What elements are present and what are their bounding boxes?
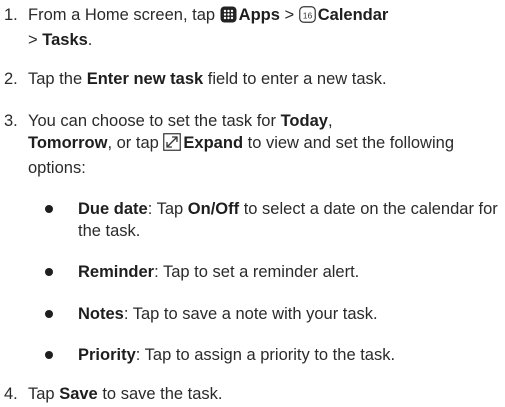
step-text: You can choose to set the task for Today… xyxy=(28,110,483,179)
option-text: Priority: Tap to assign a priority to th… xyxy=(78,344,503,366)
step-number: 1. xyxy=(4,6,18,24)
step-text-part: field to enter a new task. xyxy=(207,70,387,88)
instructions-page: 1. From a Home screen, tap Apps > 16 Cal… xyxy=(0,0,505,407)
step-text-part: Tap the xyxy=(28,70,83,88)
calendar-icon: 16 xyxy=(298,6,316,29)
option-text-part: Tap xyxy=(156,200,184,218)
expand-icon xyxy=(163,133,182,157)
tasks-label: Tasks xyxy=(42,31,88,49)
punctuation: : xyxy=(154,263,159,281)
option-text-part: Tap to save a note with your task. xyxy=(132,305,378,323)
step-text-part: You can choose to set the task for xyxy=(28,112,276,130)
punctuation: . xyxy=(87,31,93,49)
step-text-part: Tap xyxy=(28,385,55,403)
option-term: Notes xyxy=(78,305,124,323)
expand-label: Expand xyxy=(183,134,244,152)
save-label: Save xyxy=(59,385,98,403)
punctuation: : xyxy=(123,305,129,323)
tomorrow-label: Tomorrow xyxy=(28,134,108,152)
apps-label: Apps xyxy=(238,6,280,24)
step-text: From a Home screen, tap Apps > 16 Calend… xyxy=(28,4,503,51)
bullet-dot xyxy=(45,310,53,318)
option-term: Due date xyxy=(78,200,148,218)
step-number: 4. xyxy=(4,385,18,403)
bullet-dot xyxy=(45,205,53,213)
option-text: Notes: Tap to save a note with your task… xyxy=(78,303,503,325)
step-number: 2. xyxy=(4,70,18,88)
punctuation: : xyxy=(135,346,141,364)
step-number: 3. xyxy=(4,112,18,130)
step-text: Tap the Enter new task field to enter a … xyxy=(28,68,503,90)
calendar-day-text: 16 xyxy=(303,11,313,21)
bullet-dot xyxy=(45,268,53,276)
option-text-part: Tap to assign a priority to the task. xyxy=(144,346,396,364)
option-text-part: Tap to set a reminder alert. xyxy=(163,263,360,281)
enter-new-task-label: Enter new task xyxy=(86,70,204,88)
punctuation: : xyxy=(147,200,153,218)
step-text-part: to save the task. xyxy=(102,385,223,403)
separator: > xyxy=(284,6,295,24)
separator: > xyxy=(28,31,38,49)
option-text: Due date: Tap On/Off to select a date on… xyxy=(78,198,503,242)
on-off-label: On/Off xyxy=(187,200,240,218)
apps-grid-icon xyxy=(220,6,237,29)
calendar-label: Calendar xyxy=(317,6,389,24)
punctuation: , xyxy=(327,112,333,130)
bullet-dot xyxy=(45,351,53,359)
today-label: Today xyxy=(280,112,328,130)
option-text: Reminder: Tap to set a reminder alert. xyxy=(78,261,503,283)
option-term: Reminder xyxy=(78,263,155,281)
option-term: Priority xyxy=(78,346,136,364)
step-text: Tap Save to save the task. xyxy=(28,383,503,405)
step-text-part: From a Home screen, tap xyxy=(28,6,216,24)
step-text-part: , or tap xyxy=(107,134,159,152)
